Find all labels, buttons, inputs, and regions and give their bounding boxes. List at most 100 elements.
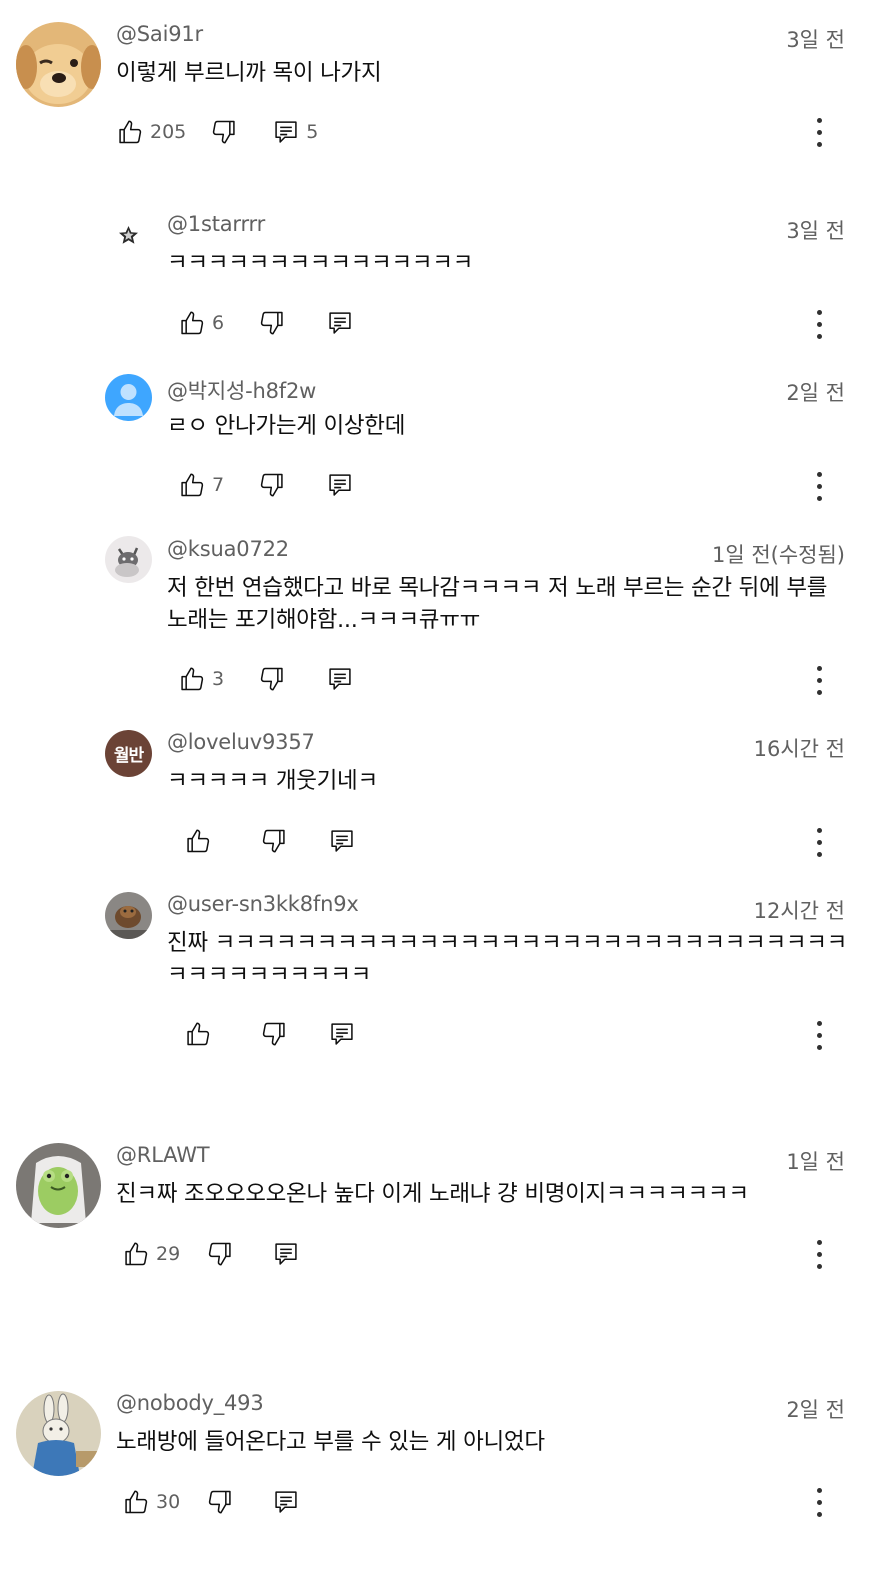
comment-author[interactable]: @loveluv9357 — [167, 730, 315, 754]
like-button[interactable]: 6 — [178, 303, 224, 343]
avatar[interactable] — [105, 892, 152, 939]
like-button[interactable]: 30 — [122, 1482, 180, 1522]
default-person-icon — [105, 374, 152, 421]
like-button[interactable]: 29 — [122, 1234, 180, 1274]
star-avatar-icon — [105, 212, 152, 259]
thumb-down-icon — [258, 309, 286, 337]
comment-actions: 29 — [122, 1234, 300, 1274]
thumb-up-icon — [184, 827, 212, 855]
like-count: 29 — [156, 1243, 181, 1265]
thumb-up-icon — [178, 471, 206, 499]
dislike-button[interactable] — [260, 1014, 288, 1054]
dislike-button[interactable] — [258, 659, 286, 699]
more-options-button[interactable] — [807, 1015, 831, 1055]
comment-actions: 205 5 — [116, 112, 318, 152]
comment-text: 이렇게 부르니까 목이 나가지 — [116, 60, 382, 86]
thumb-down-icon — [260, 1020, 288, 1048]
comment-time: 3일 전 — [786, 219, 845, 243]
reply-button[interactable] — [328, 1014, 356, 1054]
comment-time: 12시간 전 — [753, 899, 845, 923]
like-button[interactable]: 3 — [178, 659, 224, 699]
more-options-button[interactable] — [807, 822, 831, 862]
comment-author[interactable]: @nobody_493 — [116, 1391, 264, 1415]
comment-icon — [272, 1488, 300, 1516]
comment-author[interactable]: @ksua0722 — [167, 537, 289, 561]
more-options-button[interactable] — [807, 112, 831, 152]
like-button[interactable]: 205 — [116, 112, 186, 152]
comment-author[interactable]: @RLAWT — [116, 1143, 210, 1167]
comment-actions: 3 — [178, 659, 354, 699]
more-options-button[interactable] — [807, 1482, 831, 1522]
comment-time: 1일 전(수정됨) — [711, 543, 845, 567]
comment-author[interactable]: @user-sn3kk8fn9x — [167, 892, 359, 916]
reply-button[interactable]: 5 — [272, 112, 318, 152]
reply-count: 5 — [306, 121, 319, 143]
dislike-button[interactable] — [258, 465, 286, 505]
avatar[interactable] — [105, 212, 152, 259]
thumb-down-icon — [206, 1488, 234, 1516]
avatar-initials: 월반 — [113, 746, 144, 766]
comment-text: 노래방에 들어온다고 부를 수 있는 게 아니었다 — [116, 1429, 545, 1455]
comment-icon — [326, 665, 354, 693]
dislike-button[interactable] — [260, 821, 288, 861]
comment-text: 저 한번 연습했다고 바로 목나감ㅋㅋㅋㅋ 저 노래 부르는 순간 뒤에 부를 … — [167, 575, 828, 633]
reply-button[interactable] — [272, 1482, 300, 1522]
comment-time: 2일 전 — [786, 1398, 845, 1422]
like-button[interactable] — [184, 1014, 218, 1054]
like-count: 7 — [212, 474, 225, 496]
like-button[interactable]: 7 — [178, 465, 224, 505]
comment-time: 2일 전 — [786, 381, 845, 405]
more-options-button[interactable] — [807, 1234, 831, 1274]
reply-button[interactable] — [328, 821, 356, 861]
avatar[interactable] — [16, 22, 101, 107]
comment-author[interactable]: @박지성-h8f2w — [167, 375, 316, 405]
comment-actions — [184, 1014, 356, 1054]
more-options-button[interactable] — [807, 466, 831, 506]
avatar[interactable] — [16, 1143, 101, 1228]
avatar[interactable]: 월반 — [105, 730, 152, 777]
avatar[interactable] — [105, 536, 152, 583]
like-count: 3 — [212, 668, 225, 690]
frog-plush-avatar-icon — [16, 1143, 101, 1228]
thumb-up-icon — [116, 118, 144, 146]
comment-icon — [326, 309, 354, 337]
cat-avatar-icon — [105, 536, 152, 583]
dislike-button[interactable] — [206, 1482, 234, 1522]
thumb-up-icon — [178, 309, 206, 337]
comment-icon — [272, 1240, 300, 1268]
like-count: 205 — [150, 121, 187, 143]
thumb-down-icon — [258, 665, 286, 693]
avatar[interactable] — [105, 374, 152, 421]
avatar[interactable] — [16, 1391, 101, 1476]
rabbit-avatar-icon — [16, 1391, 101, 1476]
like-button[interactable] — [184, 821, 218, 861]
comment-icon — [328, 827, 356, 855]
thumb-up-icon — [122, 1488, 150, 1516]
thumb-up-icon — [178, 665, 206, 693]
like-count: 30 — [156, 1491, 181, 1513]
thumb-down-icon — [258, 471, 286, 499]
more-options-button[interactable] — [807, 660, 831, 700]
comment-icon — [272, 118, 300, 146]
more-options-button[interactable] — [807, 304, 831, 344]
reply-button[interactable] — [272, 1234, 300, 1274]
comment-actions: 30 — [122, 1482, 300, 1522]
comment-actions: 7 — [178, 465, 354, 505]
reply-button[interactable] — [326, 659, 354, 699]
comment-icon — [328, 1020, 356, 1048]
reply-button[interactable] — [326, 303, 354, 343]
figure-avatar-icon — [105, 892, 152, 939]
reply-button[interactable] — [326, 465, 354, 505]
comment-author[interactable]: @Sai91r — [116, 22, 203, 46]
comment-time: 16시간 전 — [753, 737, 845, 761]
dislike-button[interactable] — [258, 303, 286, 343]
thumb-down-icon — [210, 118, 238, 146]
comment-text: 진ㅋ짜 조오오오오온나 높다 이게 노래냐 걍 비명이지ㅋㅋㅋㅋㅋㅋㅋ — [116, 1181, 749, 1207]
thumb-down-icon — [206, 1240, 234, 1268]
dislike-button[interactable] — [210, 112, 238, 152]
thumb-down-icon — [260, 827, 288, 855]
comment-author[interactable]: @1starrrr — [167, 212, 265, 236]
dislike-button[interactable] — [206, 1234, 234, 1274]
thumb-up-icon — [184, 1020, 212, 1048]
thumb-up-icon — [122, 1240, 150, 1268]
